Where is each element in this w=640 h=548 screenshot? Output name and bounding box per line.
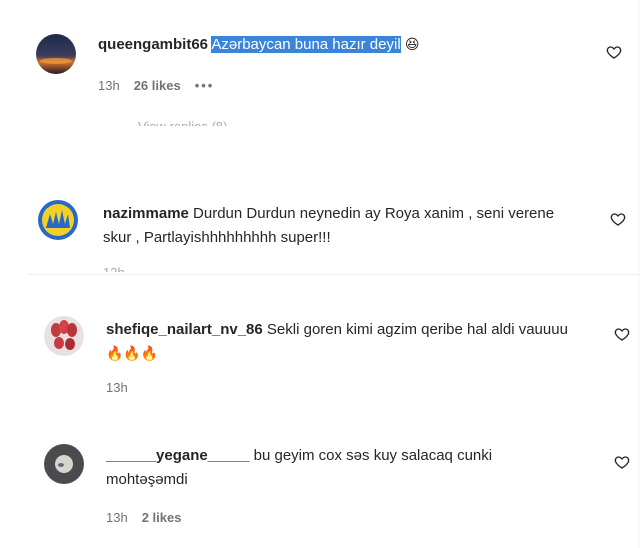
comment-timestamp[interactable]: 13h: [103, 266, 125, 272]
comment-timestamp[interactable]: 13h: [106, 380, 128, 395]
avatar[interactable]: [44, 444, 84, 484]
comment-username[interactable]: shefiqe_nailart_nv_86: [106, 321, 263, 338]
view-replies-button[interactable]: View replies (8): [138, 120, 227, 126]
comment-body: Sekli goren kimi agzim qeribe hal aldi v…: [266, 321, 568, 338]
comment-body: Azərbaycan buna hazır deyil: [211, 36, 401, 53]
comment-timestamp[interactable]: 13h: [98, 78, 120, 93]
heart-outline-icon[interactable]: [610, 211, 626, 227]
avatar[interactable]: [44, 316, 84, 356]
comment-meta: 13h 2 likes: [106, 510, 181, 525]
comment-likes[interactable]: 2 likes: [142, 510, 182, 525]
comment-item: queengambit66 Azərbaycan buna hazır deyi…: [0, 0, 640, 130]
avatar[interactable]: [36, 34, 76, 74]
avatar[interactable]: [38, 200, 78, 240]
comment-text: nazimmame Durdun Durdun neynedin ay Roya…: [103, 202, 573, 250]
comment-username[interactable]: nazimmame: [103, 205, 189, 222]
comment-meta: 13h: [106, 380, 128, 395]
divider: [28, 274, 640, 275]
comment-meta: 13h 26 likes •••: [98, 78, 214, 93]
comment-item: ______yegane_____ bu geyim cox səs kuy s…: [0, 436, 640, 536]
comment-text: shefiqe_nailart_nv_86 Sekli goren kimi a…: [106, 318, 576, 366]
comment-likes[interactable]: 26 likes: [134, 78, 181, 93]
comment-text: ______yegane_____ bu geyim cox səs kuy s…: [106, 444, 576, 492]
grinning-squint-emoji: 😆: [404, 37, 420, 53]
comment-item: shefiqe_nailart_nv_86 Sekli goren kimi a…: [0, 306, 640, 406]
heart-outline-icon[interactable]: [614, 326, 630, 342]
more-options-icon[interactable]: •••: [195, 78, 215, 93]
comment-timestamp[interactable]: 13h: [106, 510, 128, 525]
comment-username[interactable]: queengambit66: [98, 36, 208, 53]
comment-username[interactable]: ______yegane_____: [106, 447, 249, 464]
comment-text: queengambit66 Azərbaycan buna hazır deyi…: [98, 33, 578, 57]
fire-emoji: 🔥🔥🔥: [106, 346, 159, 362]
heart-outline-icon[interactable]: [614, 454, 630, 470]
heart-outline-icon[interactable]: [606, 44, 622, 60]
comment-item: nazimmame Durdun Durdun neynedin ay Roya…: [0, 190, 640, 274]
